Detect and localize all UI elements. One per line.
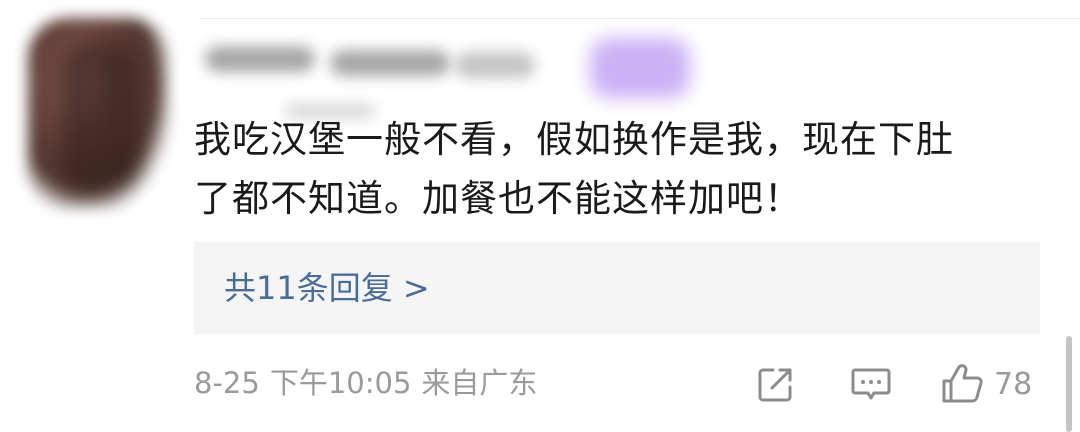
share-icon [758,368,792,402]
comment-icon [851,368,891,400]
replies-preview-box[interactable]: 共11条回复 > [194,242,1040,334]
username-redacted [330,50,450,76]
top-divider [200,18,1080,19]
like-button[interactable]: 78 [940,362,1032,406]
reply-button[interactable] [850,362,892,406]
comment-text-line: 我吃汉堡一般不看，假如换作是我，现在下肚 [194,118,954,161]
username-redacted [205,46,315,72]
thumbs-up-icon [942,364,983,403]
comment-text-line: 了都不知道。加餐也不能这样加吧！ [194,177,802,220]
comment-time: 下午10:05 [269,366,412,400]
comment-date: 8-25 [194,366,260,400]
comment-meta: 8-25 下午10:05 来自广东 [194,363,547,403]
user-badge-redacted [590,38,690,98]
comment-page: 我吃汉堡一般不看，假如换作是我，现在下肚 了都不知道。加餐也不能这样加吧！ 共1… [0,0,1080,432]
comment-text: 我吃汉堡一般不看，假如换作是我，现在下肚 了都不知道。加餐也不能这样加吧！ [194,110,1054,228]
scrollbar[interactable] [1066,336,1072,432]
view-replies-link[interactable]: 共11条回复 > [224,266,430,310]
share-button[interactable] [756,362,796,406]
avatar-shadow [60,40,140,190]
comment-location: 来自广东 [421,366,538,400]
like-count: 78 [994,366,1033,402]
username-redacted [455,52,535,78]
